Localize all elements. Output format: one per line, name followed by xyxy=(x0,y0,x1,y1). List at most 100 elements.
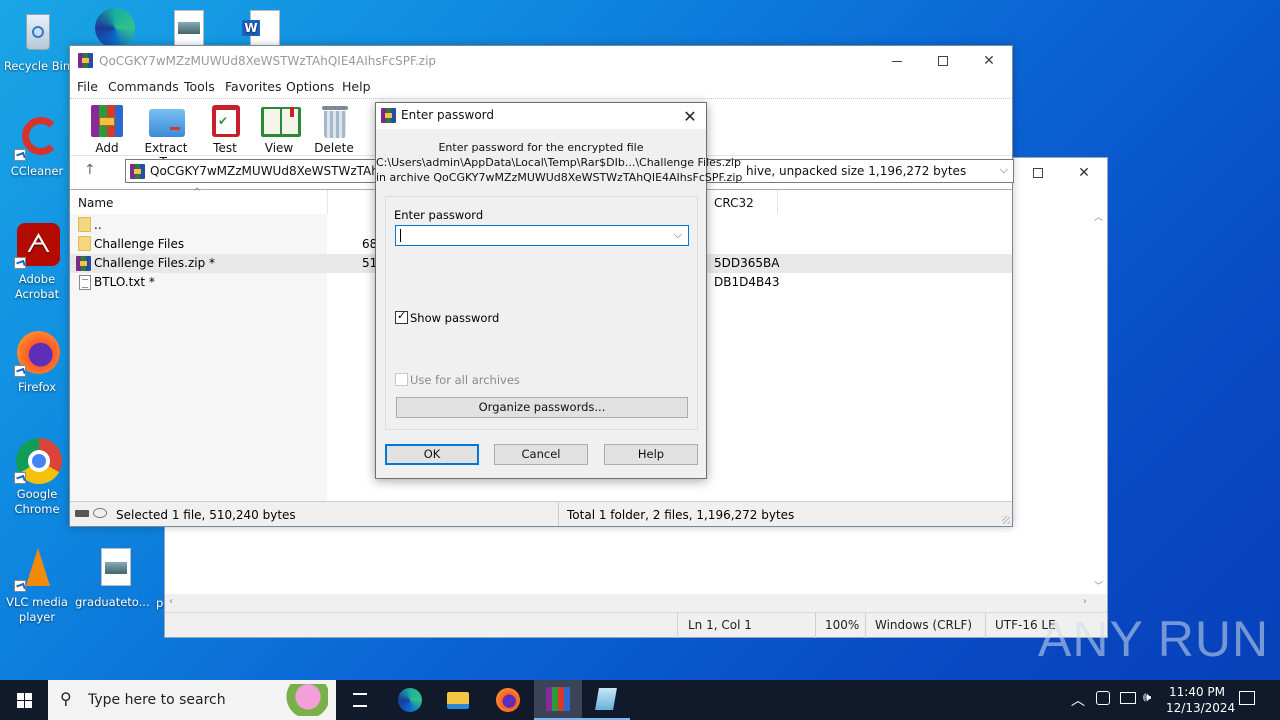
password-group: Enter password ⌵ ✓ Show password Use for… xyxy=(385,196,698,430)
dialog-close-button[interactable]: ✕ xyxy=(674,103,706,129)
line-ending: Windows (CRLF) xyxy=(875,618,973,632)
close-button[interactable]: ✕ xyxy=(1061,158,1107,188)
clock-date: 12/13/2024 xyxy=(1166,701,1236,715)
winrar-titlebar[interactable]: QoCGKY7wMZzMUWUd8XeWSTWzTAhQIE4AIhsFcSPF… xyxy=(70,46,1012,76)
desktop-icon-firefox[interactable]: Firefox xyxy=(0,331,74,395)
task-view-button[interactable] xyxy=(336,680,384,720)
close-icon: ✕ xyxy=(683,106,697,126)
up-arrow-icon[interactable]: ↑ xyxy=(84,162,96,178)
search-box[interactable]: ⚲ Type here to search xyxy=(48,680,336,720)
enter-password-dialog[interactable]: Enter password ✕ Enter password for the … xyxy=(375,102,743,479)
maximize-button[interactable] xyxy=(920,46,966,76)
add-archive-icon xyxy=(89,103,125,139)
password-field-label: Enter password xyxy=(394,208,484,222)
taskbar-file-explorer[interactable] xyxy=(434,680,482,720)
minimize-icon xyxy=(892,60,902,62)
dialog-message-line1: Enter password for the encrypted file xyxy=(438,141,644,154)
taskbar-notepad[interactable] xyxy=(582,680,630,720)
delete-button[interactable]: Delete xyxy=(306,103,362,155)
horizontal-scrollbar[interactable]: ‹ › xyxy=(165,594,1107,612)
scroll-down-icon[interactable]: ﹀ xyxy=(1094,579,1103,592)
edge-icon xyxy=(398,688,422,712)
show-password-label[interactable]: Show password xyxy=(410,311,499,325)
maximize-button[interactable] xyxy=(1015,158,1061,188)
folder-icon xyxy=(78,217,91,232)
taskbar-edge[interactable] xyxy=(386,680,434,720)
recycle-bin-icon xyxy=(14,10,60,56)
column-name[interactable]: Name xyxy=(78,196,113,210)
folder-icon xyxy=(78,236,91,251)
meet-now-icon[interactable] xyxy=(1096,691,1110,705)
folder-icon xyxy=(447,691,469,709)
use-for-all-archives-label: Use for all archives xyxy=(410,373,520,387)
clock[interactable]: 11:40 PM 12/13/2024 xyxy=(1166,684,1236,716)
menu-commands[interactable]: Commands xyxy=(108,79,179,94)
text-file-icon xyxy=(79,275,91,290)
resize-grip[interactable] xyxy=(1002,516,1010,524)
view-button[interactable]: View xyxy=(251,103,307,155)
close-button[interactable]: ✕ xyxy=(966,46,1012,76)
search-icon: ⚲ xyxy=(60,689,72,708)
vlc-cone-icon xyxy=(14,546,60,592)
anyrun-watermark: ANY RUN xyxy=(1038,611,1270,667)
network-icon[interactable] xyxy=(1120,692,1136,704)
search-placeholder: Type here to search xyxy=(88,692,226,708)
chrome-icon xyxy=(14,438,62,484)
winrar-icon xyxy=(546,687,570,711)
chevron-up-icon: ︿ xyxy=(1071,693,1085,709)
menu-tools[interactable]: Tools xyxy=(184,79,215,94)
menu-file[interactable]: File xyxy=(77,79,98,94)
text-cursor xyxy=(400,229,401,242)
notepad-statusbar: Ln 1, Col 1 100% Windows (CRLF) UTF-16 L… xyxy=(165,612,1107,638)
encrypted-file-path: C:\Users\admin\AppData\Local\Temp\Rar$DI… xyxy=(376,156,741,169)
taskbar-winrar[interactable] xyxy=(534,680,582,720)
minimize-button[interactable] xyxy=(874,46,920,76)
menu-options[interactable]: Options xyxy=(286,79,334,94)
desktop-icon-recycle-bin[interactable]: Recycle Bin xyxy=(0,10,74,74)
test-clipboard-icon: ✔ xyxy=(207,103,243,139)
total-status: Total 1 folder, 2 files, 1,196,272 bytes xyxy=(567,508,795,522)
menu-help[interactable]: Help xyxy=(342,79,371,94)
task-view-icon xyxy=(353,693,367,707)
desktop-icon-google-chrome[interactable]: Google Chrome xyxy=(0,438,74,517)
key-icon xyxy=(93,508,107,518)
scroll-left-icon[interactable]: ‹ xyxy=(169,596,173,607)
organize-passwords-button[interactable]: Organize passwords... xyxy=(396,397,688,418)
use-for-all-archives-checkbox[interactable] xyxy=(395,373,408,386)
menu-favorites[interactable]: Favorites xyxy=(225,79,281,94)
close-icon: ✕ xyxy=(983,53,995,69)
start-button[interactable] xyxy=(0,680,48,720)
show-hidden-icons-button[interactable]: ︿ xyxy=(1071,690,1085,710)
windows-logo-icon xyxy=(16,692,32,708)
scroll-up-icon[interactable]: ︿ xyxy=(1094,210,1103,223)
desktop-icon-vlc[interactable]: VLC media player xyxy=(0,546,74,625)
taskbar-firefox[interactable] xyxy=(484,680,532,720)
zoom-level: 100% xyxy=(825,618,860,632)
password-input[interactable]: ⌵ xyxy=(395,225,689,246)
ok-button[interactable]: OK xyxy=(385,444,479,465)
desktop-icon-ccleaner[interactable]: CCleaner xyxy=(0,115,74,179)
firefox-icon xyxy=(496,688,520,712)
desktop-icon-adobe-acrobat[interactable]: ᗅ Adobe Acrobat xyxy=(0,223,74,302)
clock-time: 11:40 PM xyxy=(1169,685,1225,699)
trash-icon xyxy=(316,103,352,139)
vertical-scrollbar[interactable]: ︿ ﹀ xyxy=(1090,206,1107,594)
chevron-down-icon[interactable]: ⌵ xyxy=(674,228,682,242)
test-button[interactable]: ✔ Test xyxy=(197,103,253,155)
notifications-icon[interactable] xyxy=(1239,691,1255,705)
menu-bar: File Commands Tools Favorites Options He… xyxy=(70,76,1012,98)
archive-name: in archive QoCGKY7wMZzMUWUd8XeWSTWzTAhQI… xyxy=(376,171,743,184)
desktop-icon-graduateto[interactable]: graduateto... xyxy=(75,546,150,610)
cursor-position: Ln 1, Col 1 xyxy=(688,618,752,632)
volume-icon[interactable]: 🕪 xyxy=(1143,690,1151,705)
cancel-button[interactable]: Cancel xyxy=(494,444,588,465)
dialog-titlebar[interactable]: Enter password ✕ xyxy=(376,103,706,129)
help-button[interactable]: Help xyxy=(604,444,698,465)
chevron-down-icon[interactable]: ⌵ xyxy=(1000,163,1008,177)
sort-ascending-icon: ^ xyxy=(193,187,202,198)
column-crc32[interactable]: CRC32 xyxy=(714,196,754,210)
scroll-right-icon[interactable]: › xyxy=(1083,596,1087,607)
add-button[interactable]: Add xyxy=(79,103,135,155)
view-book-icon xyxy=(261,103,301,139)
show-password-checkbox[interactable]: ✓ xyxy=(395,309,408,324)
